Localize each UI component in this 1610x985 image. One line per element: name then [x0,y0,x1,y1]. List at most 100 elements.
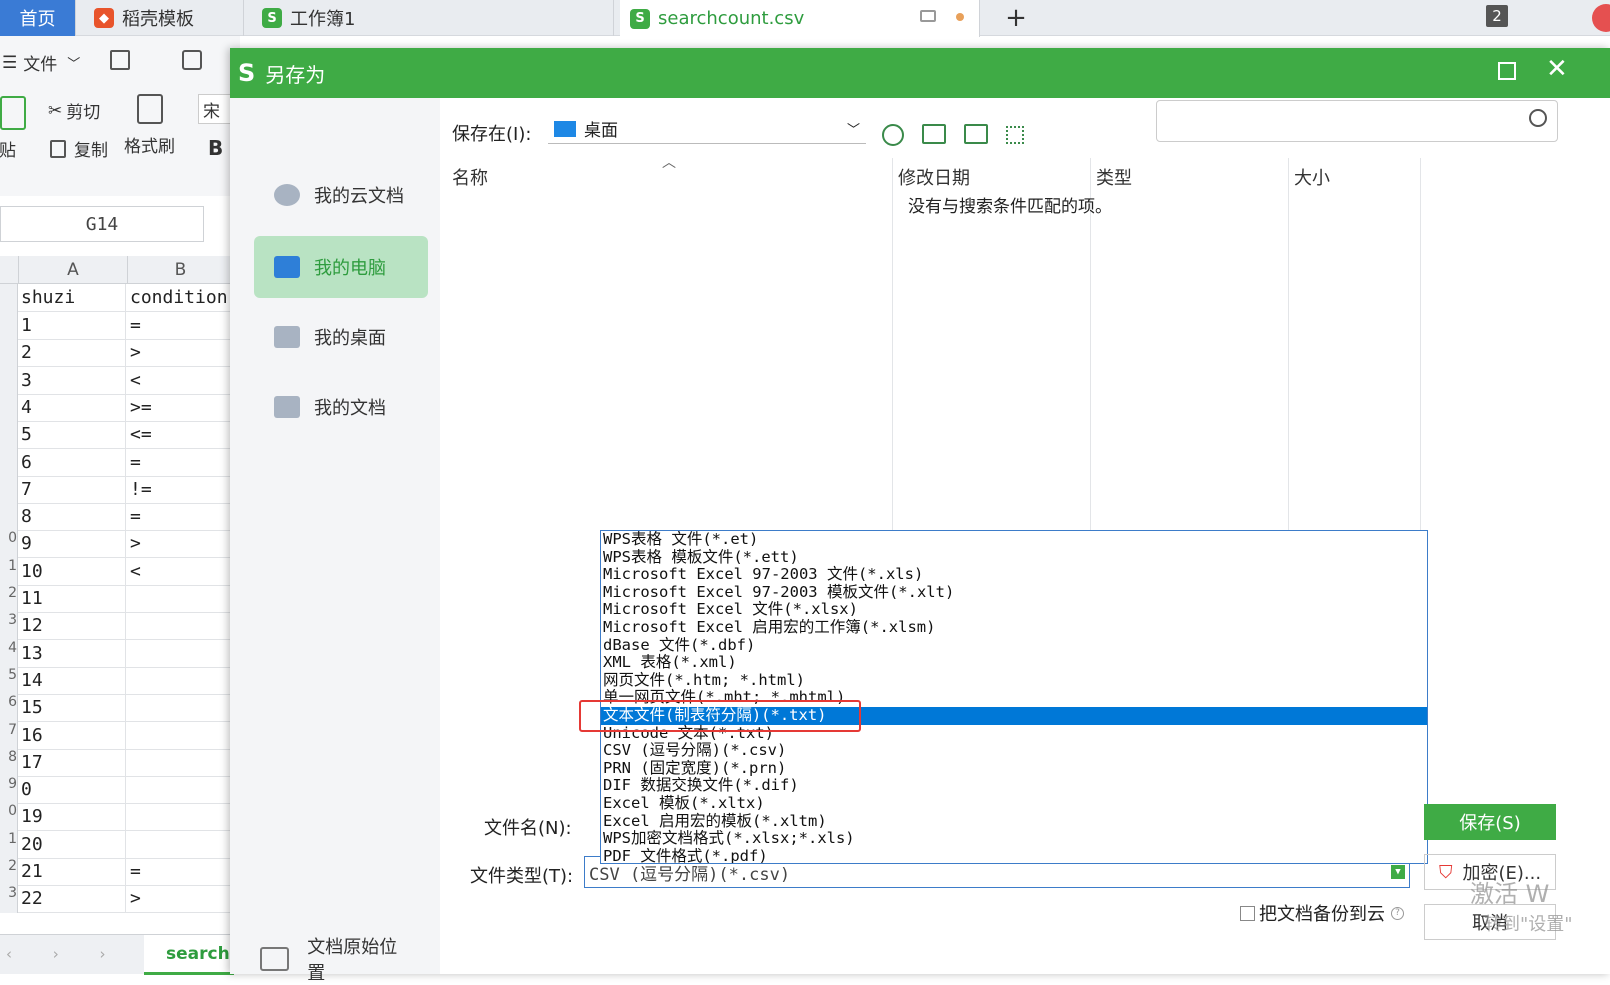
cell-a[interactable]: 4 [18,393,126,422]
row-number[interactable]: 0 [0,530,18,559]
cell-a[interactable]: 0 [18,776,126,805]
cell-a[interactable]: 17 [18,748,126,777]
cell-b[interactable] [127,722,233,750]
cell-a[interactable]: 2 [18,339,126,368]
copy-button[interactable]: 复制 [50,136,108,161]
filetype-option[interactable]: PDF 文件格式(*.pdf) [601,847,1427,863]
cell-a[interactable]: 3 [18,366,126,395]
cell-a[interactable]: 9 [18,530,126,559]
nav-desktop[interactable]: 我的桌面 [254,306,428,368]
row-number[interactable]: 3 [0,885,18,914]
nav-my-computer[interactable]: 我的电脑 [254,236,428,298]
nav-my-documents[interactable]: 我的文档 [254,376,428,438]
search-input[interactable] [1156,100,1558,142]
filetype-option[interactable]: WPS加密文档格式(*.xlsx;*.xls) [601,829,1427,848]
format-painter-button[interactable]: 格式刷 [124,94,175,157]
tab-searchcount[interactable]: S searchcount.csv [620,0,980,37]
backup-checkbox[interactable]: 把文档备份到云 ? [1240,900,1404,926]
view-mode-icon[interactable] [1006,126,1024,144]
cell-a[interactable]: 5 [18,421,126,450]
up-folder-icon[interactable] [922,124,946,144]
cell-a[interactable]: 12 [18,612,126,641]
cell-b[interactable]: > [127,339,233,367]
cell-b[interactable]: > [127,530,233,558]
row-number[interactable] [0,312,18,340]
row-number[interactable]: 1 [0,830,18,859]
cell-b[interactable]: = [127,449,233,477]
filetype-option[interactable]: Microsoft Excel 97-2003 模板文件(*.xlt) [601,583,1427,602]
cell-a[interactable]: 6 [18,448,126,477]
tab-home[interactable]: 首页 [0,0,76,36]
cell-a[interactable]: 22 [18,885,126,914]
cut-button[interactable]: ✂ 剪切 [48,98,100,124]
cell-b[interactable] [127,694,233,722]
row-number[interactable]: 0 [0,803,18,832]
name-box[interactable]: G14 [0,206,204,242]
window-count-badge[interactable]: 2 [1486,5,1508,27]
cell-a[interactable]: 20 [18,830,126,859]
cell-b[interactable]: condition [127,284,233,312]
row-number[interactable]: 2 [0,585,18,613]
row-number[interactable]: 2 [0,858,18,886]
row-number[interactable]: 7 [0,721,18,750]
filetype-option[interactable]: Excel 启用宏的模板(*.xltm) [601,812,1427,831]
column-header-a[interactable]: A [18,256,127,284]
cell-b[interactable]: = [127,503,233,531]
cell-b[interactable] [127,640,233,668]
column-modified[interactable]: 修改日期 [898,164,970,190]
cell-b[interactable]: < [127,558,233,586]
search-icon[interactable] [1529,109,1547,127]
nav-cloud-docs[interactable]: 我的云文档 [254,164,428,226]
row-number[interactable] [0,421,18,450]
filetype-option[interactable]: DIF 数据交换文件(*.dif) [601,777,1427,795]
row-number[interactable] [0,393,18,422]
cell-a[interactable]: 21 [18,858,126,886]
row-number[interactable]: 8 [0,748,18,777]
cell-a[interactable]: shuzi [18,284,126,312]
cell-a[interactable]: 13 [18,639,126,668]
cell-a[interactable]: 16 [18,721,126,750]
cell-b[interactable] [127,585,233,613]
cell-b[interactable]: = [127,858,233,886]
column-size[interactable]: 大小 [1294,164,1330,190]
cell-a[interactable]: 8 [18,503,126,532]
cell-a[interactable]: 14 [18,666,126,695]
filetype-option[interactable]: Excel 模板(*.xltx) [601,794,1427,813]
filetype-option[interactable]: CSV (逗号分隔)(*.csv) [601,742,1427,760]
print-icon[interactable] [182,50,202,70]
back-icon[interactable] [882,124,904,146]
cell-a[interactable]: 10 [18,557,126,586]
cell-a[interactable]: 15 [18,694,126,723]
filetype-option[interactable]: dBase 文件(*.dbf) [601,636,1427,655]
row-number[interactable]: 4 [0,639,18,668]
filetype-option[interactable]: 网页文件(*.htm; *.html) [601,671,1427,690]
row-number[interactable]: 9 [0,776,18,805]
new-tab-button[interactable]: + [996,0,1036,36]
filetype-option[interactable]: WPS表格 文件(*.et) [601,531,1427,549]
row-number[interactable] [0,503,18,532]
dialog-title-bar[interactable]: S 另存为 ✕ [230,48,1610,98]
help-icon[interactable]: ? [1391,906,1404,920]
tab-template[interactable]: ◆ 稻壳模板 [84,0,244,36]
cell-b[interactable]: < [127,367,233,395]
column-name[interactable]: 名称 [452,164,488,190]
close-icon[interactable]: ✕ [1546,54,1568,84]
cell-b[interactable]: >= [127,394,233,422]
cell-b[interactable] [127,612,233,640]
row-number[interactable]: 1 [0,557,18,586]
cell-b[interactable]: = [127,312,233,340]
cell-b[interactable]: <= [127,421,233,449]
cell-b[interactable]: > [127,885,233,913]
sheet-nav-arrows[interactable]: ‹ › › [6,945,124,963]
cell-b[interactable]: != [127,476,233,504]
select-all-corner[interactable] [0,256,18,284]
row-number[interactable] [0,284,18,312]
cell-b[interactable] [127,776,233,804]
save-in-select[interactable]: 桌面 ﹀ [548,114,866,144]
column-type[interactable]: 类型 [1096,164,1132,190]
monitor-icon[interactable] [920,10,936,22]
cell-a[interactable]: 1 [18,312,126,340]
row-number[interactable]: 5 [0,666,18,695]
cell-a[interactable]: 7 [18,475,126,504]
sheet-tab[interactable]: searchc [144,935,234,975]
